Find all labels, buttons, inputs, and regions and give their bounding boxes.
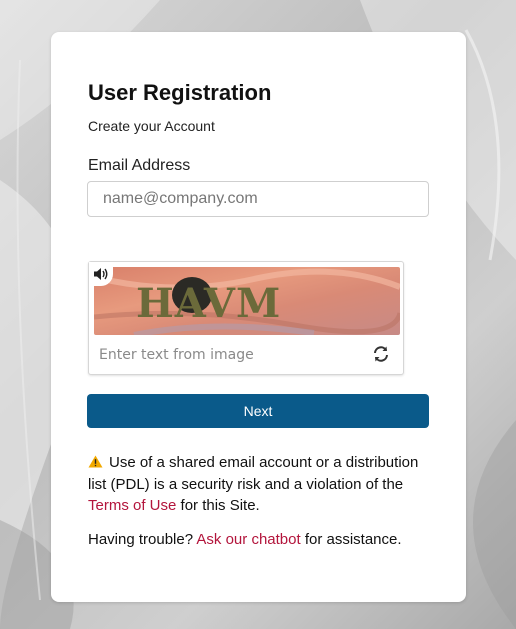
captcha-image: HAVM <box>94 267 400 335</box>
registration-card: User Registration Create your Account Em… <box>51 32 466 602</box>
captcha-refresh-button[interactable] <box>372 345 390 363</box>
help-text-end: for assistance. <box>304 531 402 548</box>
chatbot-link[interactable]: Ask our chatbot <box>196 531 300 548</box>
speaker-icon <box>94 268 108 280</box>
help-text: Having trouble? Ask our chatbot for assi… <box>88 531 402 548</box>
refresh-icon <box>374 346 388 362</box>
captcha-input[interactable] <box>99 343 359 367</box>
notice-text-end: for this Site. <box>180 497 260 514</box>
captcha-text: HAVM <box>136 280 281 327</box>
email-label: Email Address <box>88 157 191 174</box>
notice-text: Use of a shared email account or a distr… <box>88 454 419 493</box>
warning-icon <box>88 455 103 468</box>
email-field[interactable] <box>87 181 429 217</box>
shared-email-notice: Use of a shared email account or a distr… <box>88 452 433 517</box>
page-title: User Registration <box>88 80 272 105</box>
page-subtitle: Create your Account <box>88 118 215 134</box>
captcha-audio-button[interactable] <box>89 262 113 286</box>
captcha-widget: HAVM <box>88 261 404 375</box>
next-button[interactable]: Next <box>87 394 429 428</box>
help-text-start: Having trouble? <box>88 531 194 548</box>
terms-of-use-link[interactable]: Terms of Use <box>88 497 176 514</box>
